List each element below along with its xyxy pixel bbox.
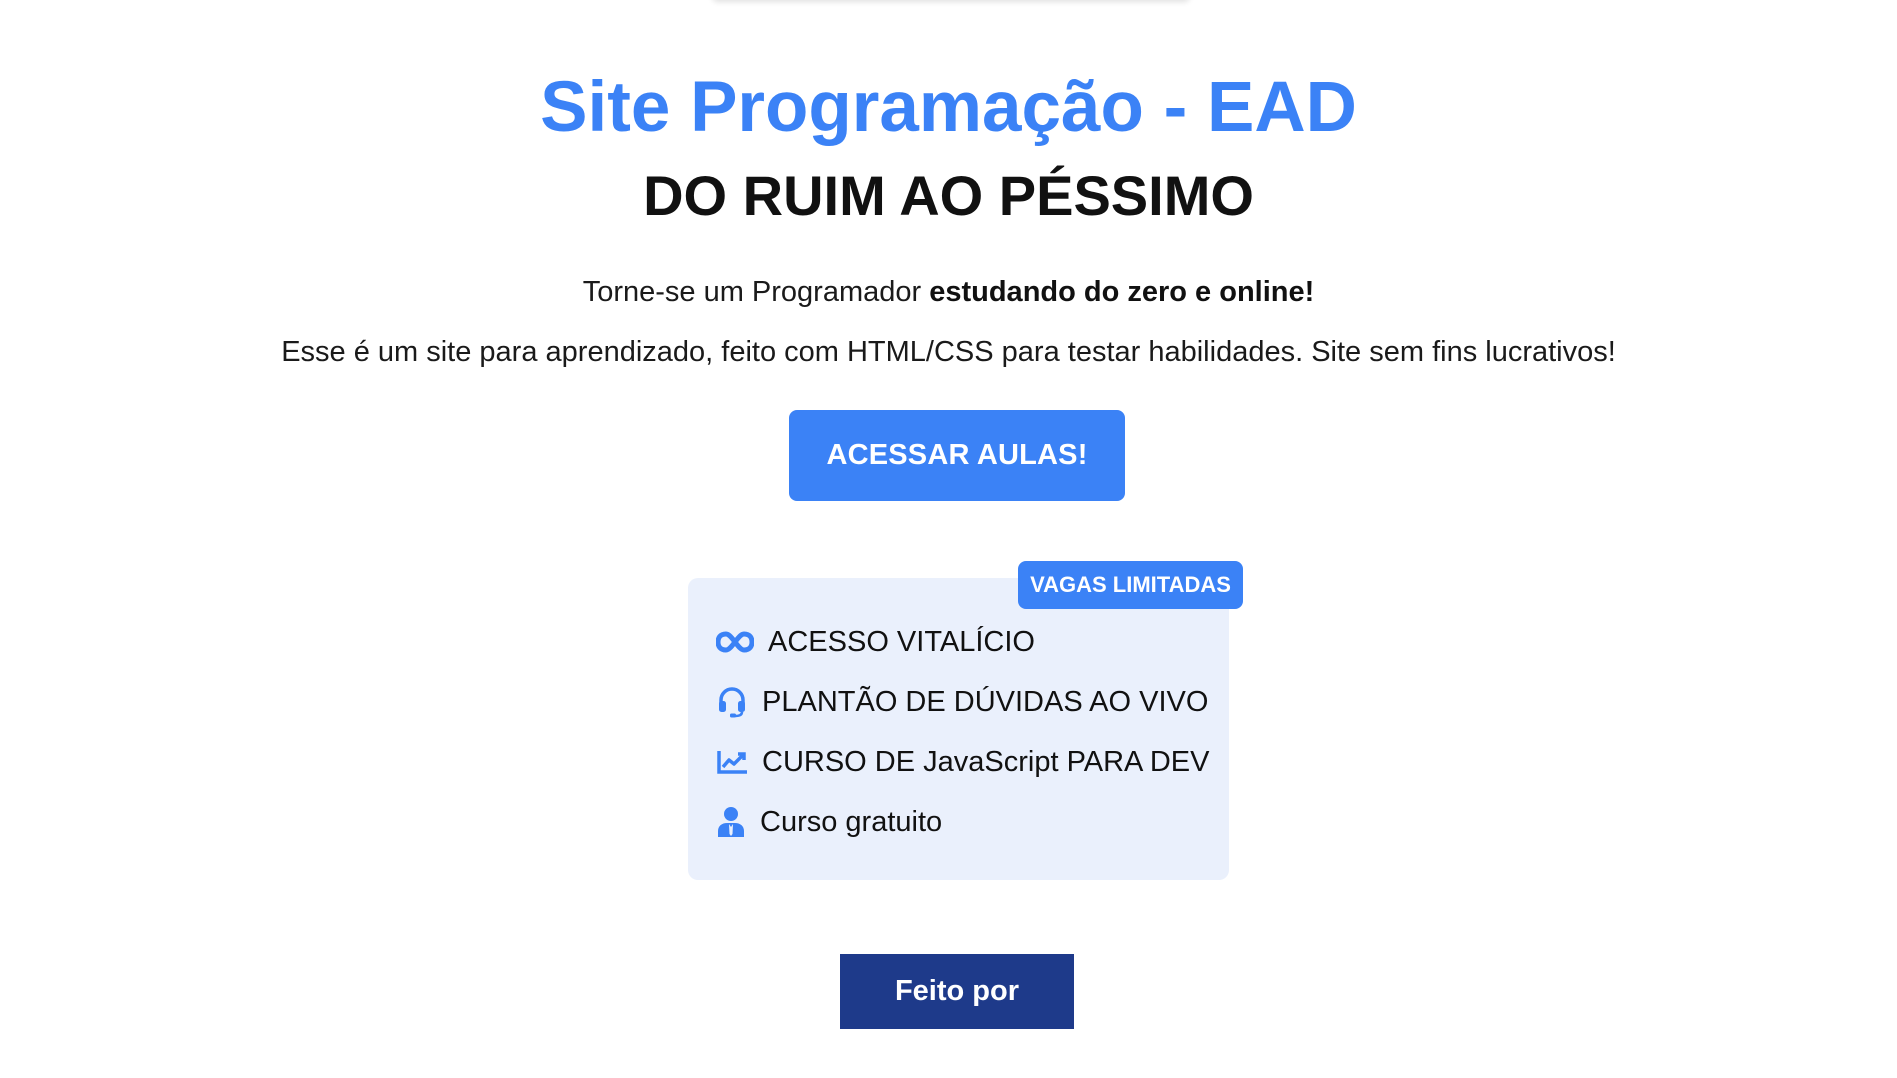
page-subtitle: DO RUIM AO PÉSSIMO <box>643 164 1254 227</box>
footer-credit: Feito por lucax01 <box>840 954 1074 1078</box>
infinity-icon <box>716 624 754 660</box>
headset-icon <box>716 684 748 720</box>
feature-label: Curso gratuito <box>760 805 943 838</box>
description: Esse é um site para aprendizado, feito c… <box>281 336 1616 368</box>
feature-label: ACESSO VITALÍCIO <box>768 625 1035 658</box>
user-tie-icon <box>716 804 746 840</box>
feature-label: PLANTÃO DE DÚVIDAS AO VIVO <box>762 685 1209 718</box>
tagline-emphasis: estudando do zero e online! <box>929 276 1315 308</box>
feature-label: CURSO DE JavaScript PARA DEV <box>762 745 1210 778</box>
tagline-text: Torne-se um Programador <box>582 276 930 308</box>
feature-item-javascript-course: CURSO DE JavaScript PARA DEV <box>716 742 1209 782</box>
page: Site Programação - EAD DO RUIM AO PÉSSIM… <box>0 0 1897 1078</box>
feature-item-live-support: PLANTÃO DE DÚVIDAS AO VIVO <box>716 682 1208 722</box>
access-classes-button[interactable]: ACESSAR AULAS! <box>789 410 1125 501</box>
page-title: Site Programação - EAD <box>540 68 1357 147</box>
feature-item-lifetime-access: ACESSO VITALÍCIO <box>716 622 1035 662</box>
features-card: ACESSO VITALÍCIO PLANTÃO DE DÚVIDAS AO V… <box>688 578 1229 880</box>
feature-item-free-course: Curso gratuito <box>716 802 942 842</box>
tagline: Torne-se um Programador estudando do zer… <box>0 272 1897 312</box>
limited-spots-badge: VAGAS LIMITADAS <box>1018 561 1243 609</box>
chart-line-icon <box>716 744 748 780</box>
hero-section: Site Programação - EAD DO RUIM AO PÉSSIM… <box>0 60 1897 372</box>
